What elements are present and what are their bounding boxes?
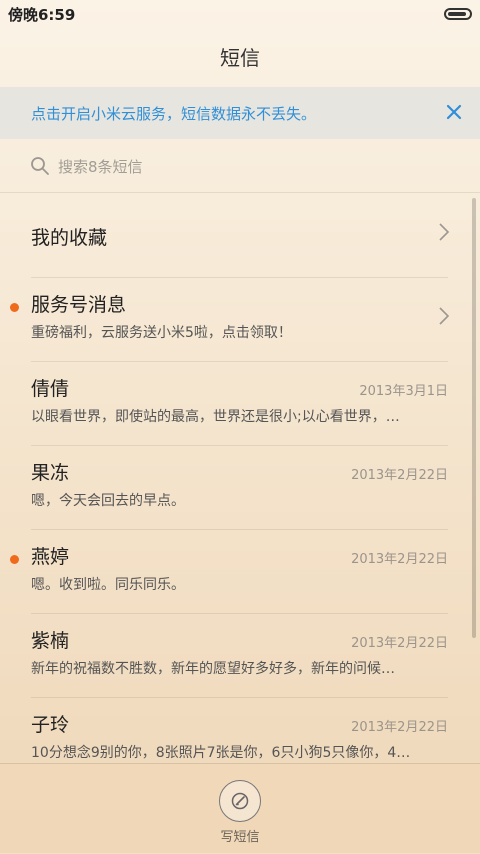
conversation-date: 2013年2月22日 [351, 468, 448, 483]
list-scrollbar[interactable] [472, 198, 476, 638]
bottom-bar: 写短信 [0, 763, 480, 854]
conversation-list[interactable]: 我的收藏 服务号消息 重磅福利，云服务送小米5啦，点击领取！ 倩倩 2013年3… [0, 193, 480, 763]
battery-level-fill [448, 12, 466, 16]
conversation-name: 燕婷 [31, 546, 70, 568]
list-item-service-messages[interactable]: 服务号消息 重磅福利，云服务送小米5啦，点击领取！ [10, 277, 450, 362]
banner-text[interactable]: 点击开启小米云服务，短信数据永不丢失。 [31, 103, 316, 124]
search-icon [31, 157, 49, 175]
battery-icon [444, 8, 472, 20]
status-bar: 傍晚6:59 [0, 0, 480, 28]
conversation-date: 2013年2月22日 [351, 552, 448, 567]
chevron-right-icon [439, 223, 450, 241]
close-icon[interactable] [442, 100, 466, 124]
unread-dot [10, 303, 19, 312]
conversation-date: 2013年3月1日 [359, 384, 448, 399]
compose-label: 写短信 [220, 830, 260, 845]
list-item-favorites[interactable]: 我的收藏 [31, 193, 450, 278]
compose-icon [231, 792, 249, 810]
status-time: 傍晚6:59 [8, 6, 76, 24]
cloud-service-banner[interactable]: 点击开启小米云服务，短信数据永不丢失。 [0, 87, 480, 139]
conversation-date: 2013年2月22日 [351, 636, 448, 651]
conversation-name: 果冻 [31, 462, 70, 484]
conversation-name: 我的收藏 [31, 227, 108, 249]
chevron-right-icon [439, 307, 450, 325]
list-item[interactable]: 紫楠 2013年2月22日 新年的祝福数不胜数，新年的愿望好多好多，新年的问候… [31, 613, 448, 698]
conversation-name: 子玲 [31, 714, 70, 736]
conversation-preview: 嗯，今天会回去的早点。 [31, 493, 185, 509]
list-item[interactable]: 倩倩 2013年3月1日 以眼看世界，即使站的最高，世界还是很小;以心看世界，… [31, 361, 448, 446]
search-bar[interactable] [0, 140, 480, 193]
unread-dot [10, 555, 19, 564]
conversation-preview: 以眼看世界，即使站的最高，世界还是很小;以心看世界，… [31, 409, 400, 425]
list-item[interactable]: 果冻 2013年2月22日 嗯，今天会回去的早点。 [31, 445, 448, 530]
conversation-preview: 重磅福利，云服务送小米5啦，点击领取！ [31, 325, 292, 341]
conversation-preview: 嗯。收到啦。同乐同乐。 [31, 577, 185, 593]
compose-button[interactable] [219, 780, 261, 822]
conversation-name: 紫楠 [31, 630, 70, 652]
conversation-name: 服务号消息 [31, 294, 127, 316]
conversation-name: 倩倩 [31, 378, 70, 400]
conversation-preview: 10分想念9别的你，8张照片7张是你，6只小狗5只像你，4… [31, 745, 411, 761]
conversation-date: 2013年2月22日 [351, 720, 448, 735]
list-item[interactable]: 燕婷 2013年2月22日 嗯。收到啦。同乐同乐。 [10, 529, 448, 614]
conversation-preview: 新年的祝福数不胜数，新年的愿望好多好多，新年的问候… [31, 661, 395, 677]
page-title: 短信 [220, 46, 260, 70]
search-input[interactable] [56, 152, 440, 182]
